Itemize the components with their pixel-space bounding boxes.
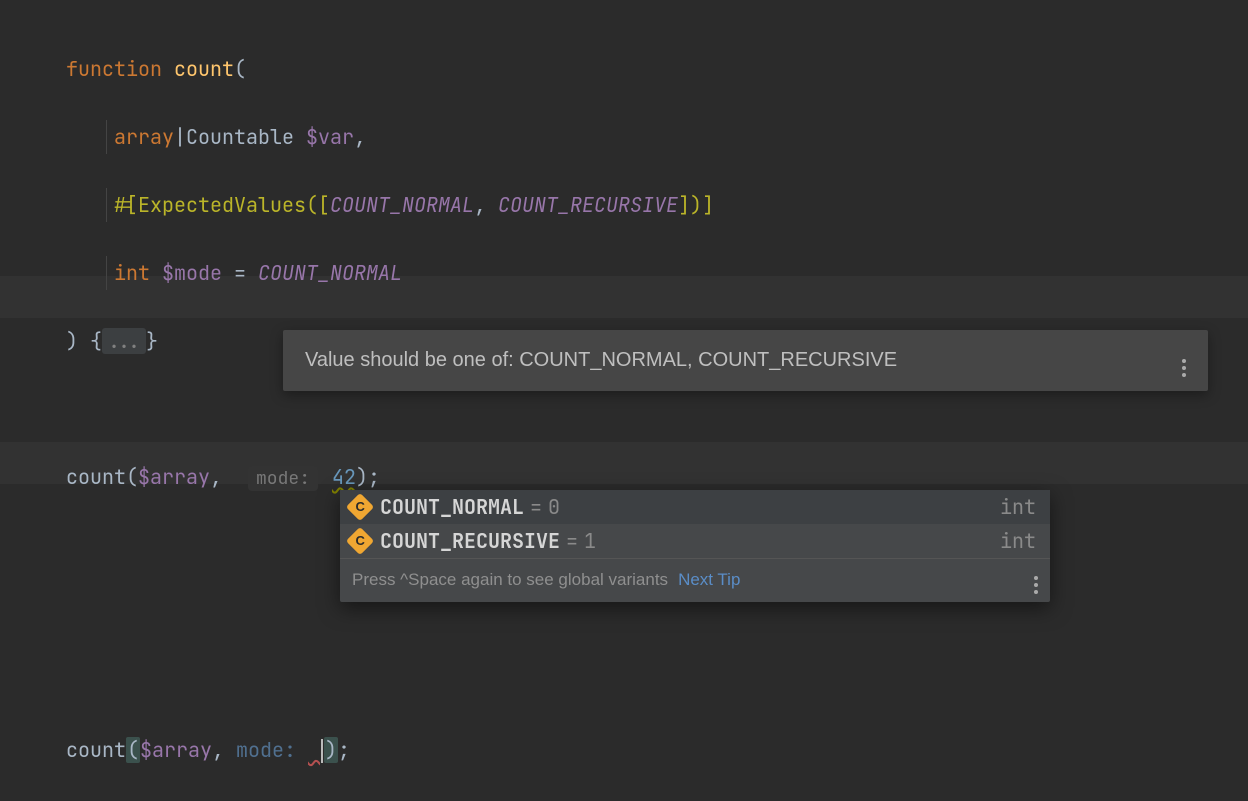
- completion-name: COUNT_RECURSIVE: [380, 528, 560, 554]
- invalid-value-42[interactable]: 42: [332, 464, 356, 490]
- constant-icon: [346, 527, 374, 555]
- attribute-open: #[: [114, 192, 138, 218]
- vertical-dots-icon: [1034, 576, 1038, 594]
- text-caret: [321, 739, 323, 763]
- type-countable: Countable: [186, 124, 294, 150]
- inspection-tooltip: Value should be one of: COUNT_NORMAL, CO…: [283, 330, 1208, 391]
- tooltip-text: Value should be one of: COUNT_NORMAL, CO…: [305, 349, 897, 372]
- matched-bracket-open: (: [126, 737, 140, 763]
- call-arg-array: $array: [138, 464, 210, 490]
- matched-bracket-close: ): [324, 737, 338, 763]
- code-line: array|Countable $var,: [0, 120, 1248, 154]
- completion-more-actions[interactable]: [1034, 565, 1038, 594]
- code-editor[interactable]: function count( array|Countable $var, #[…: [0, 0, 1248, 801]
- code-line: #[ExpectedValues([COUNT_NORMAL, COUNT_RE…: [0, 188, 1248, 222]
- completion-item[interactable]: COUNT_NORMAL = 0 int: [340, 490, 1050, 524]
- param-name-hint-mode: mode:: [236, 737, 296, 763]
- fn-call: count: [66, 464, 126, 490]
- missing-value[interactable]: [308, 737, 320, 763]
- const-recursive: COUNT_RECURSIVE: [498, 192, 678, 218]
- attribute-name: ExpectedValues: [138, 192, 306, 218]
- keyword-function: function: [66, 56, 162, 82]
- code-line: [0, 665, 1248, 699]
- code-line: count($array, mode: );: [0, 733, 1248, 767]
- completion-item[interactable]: COUNT_RECURSIVE = 1 int: [340, 524, 1050, 558]
- next-tip-link[interactable]: Next Tip: [678, 570, 740, 590]
- param-var: $var: [306, 124, 354, 150]
- completion-type: int: [1000, 494, 1036, 520]
- type-array: array: [114, 124, 174, 150]
- code-fold[interactable]: ...: [102, 328, 146, 354]
- call-arg-array: $array: [140, 737, 212, 763]
- code-completion-popup[interactable]: COUNT_NORMAL = 0 int COUNT_RECURSIVE = 1…: [340, 490, 1050, 602]
- code-line: int $mode = COUNT_NORMAL: [0, 256, 1248, 290]
- fn-call: count: [66, 737, 126, 763]
- code-line: [0, 392, 1248, 426]
- constant-icon: [346, 493, 374, 521]
- vertical-dots-icon: [1182, 359, 1186, 377]
- code-line: function count(: [0, 52, 1248, 86]
- completion-value: 0: [548, 494, 560, 520]
- function-name: count: [174, 56, 234, 82]
- type-int: int: [114, 260, 150, 286]
- param-hint-mode: mode:: [248, 466, 318, 491]
- completion-name: COUNT_NORMAL: [380, 494, 524, 520]
- completion-hint-text: Press ^Space again to see global variant…: [352, 570, 668, 590]
- completion-value: 1: [584, 528, 596, 554]
- param-mode: $mode: [162, 260, 222, 286]
- completion-type: int: [1000, 528, 1036, 554]
- tooltip-more-actions[interactable]: [1182, 344, 1186, 377]
- default-const: COUNT_NORMAL: [258, 260, 402, 286]
- completion-footer: Press ^Space again to see global variant…: [340, 558, 1050, 602]
- const-normal: COUNT_NORMAL: [330, 192, 474, 218]
